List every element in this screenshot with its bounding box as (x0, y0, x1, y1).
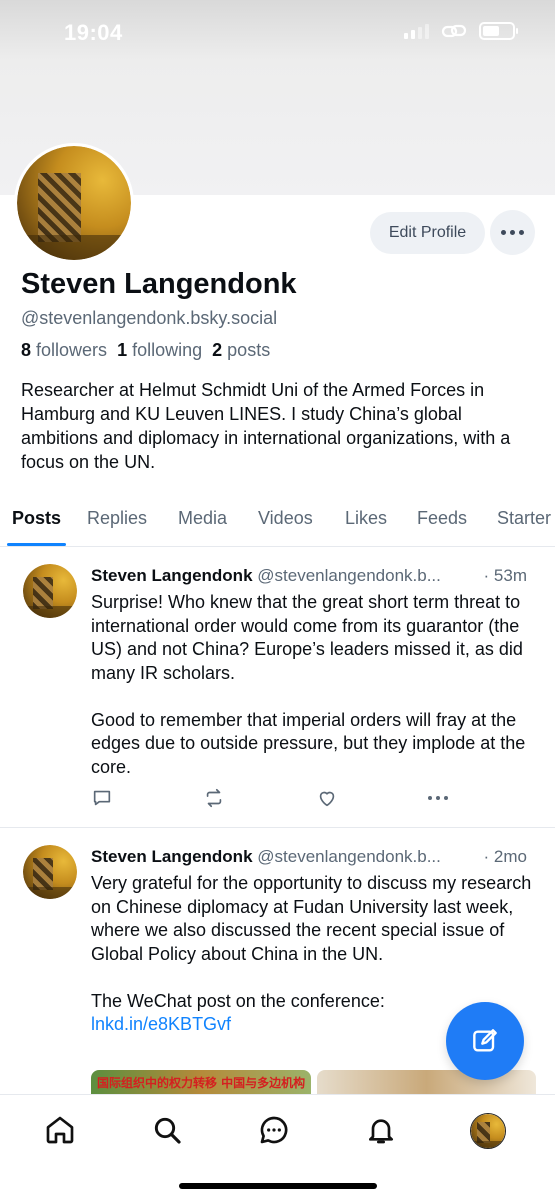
nav-search[interactable] (150, 1113, 184, 1147)
link-icon (441, 24, 467, 38)
repost-icon (206, 788, 222, 808)
nav-profile-avatar[interactable] (470, 1113, 506, 1149)
nav-notifications[interactable] (364, 1113, 398, 1147)
post-author[interactable]: Steven Langendonk (91, 566, 253, 585)
edit-profile-button[interactable]: Edit Profile (370, 212, 485, 254)
battery-icon (479, 22, 518, 40)
more-options-button[interactable] (490, 210, 535, 255)
post-text: Surprise! Who knew that the great short … (91, 592, 526, 777)
profile-name: Steven Langendonk (21, 268, 297, 300)
followers-link[interactable]: 8 followers (21, 340, 107, 361)
heart-icon (319, 791, 335, 807)
tab-videos[interactable]: Videos (258, 500, 313, 529)
post-more-button[interactable] (428, 787, 448, 809)
tab-feeds[interactable]: Feeds (417, 500, 467, 529)
tab-likes[interactable]: Likes (345, 500, 387, 529)
compose-button[interactable] (446, 1002, 524, 1080)
signal-icon (404, 23, 429, 39)
nav-chat[interactable] (257, 1113, 291, 1147)
post-handle[interactable]: @stevenlangendonk.b... (257, 566, 441, 585)
status-time: 19:04 (64, 20, 123, 45)
tab-media[interactable]: Media (178, 500, 227, 529)
compose-icon (473, 1029, 497, 1052)
more-icon (428, 796, 432, 800)
profile-handle: @stevenlangendonk.bsky.social (21, 308, 278, 328)
active-tab-indicator (7, 543, 66, 546)
tab-starter-packs[interactable]: Starter (497, 500, 551, 529)
post-time: · 2mo (479, 847, 527, 867)
bell-icon (369, 1119, 393, 1144)
tab-replies[interactable]: Replies (87, 500, 147, 529)
post-handle[interactable]: @stevenlangendonk.b... (257, 847, 441, 866)
post-avatar[interactable] (23, 564, 77, 618)
post-time: · 53m (479, 566, 527, 586)
status-icons (404, 22, 518, 40)
post-link[interactable]: lnkd.in/e8KBTGvf (91, 1014, 231, 1034)
nav-home[interactable] (43, 1113, 77, 1147)
following-link[interactable]: 1 following (117, 340, 202, 361)
post-author[interactable]: Steven Langendonk (91, 847, 253, 866)
post-header: Steven Langendonk @stevenlangendonk.b...… (91, 566, 541, 586)
profile-avatar[interactable] (14, 143, 134, 263)
chat-icon (260, 1116, 288, 1144)
post-header: Steven Langendonk @stevenlangendonk.b...… (91, 847, 541, 867)
posts-count: 2 posts (212, 340, 271, 360)
profile-tabs: Posts Replies Media Videos Likes Feeds S… (0, 500, 555, 547)
repost-button[interactable] (203, 787, 229, 813)
profile-bio: Researcher at Helmut Schmidt Uni of the … (21, 380, 511, 472)
home-icon (46, 1116, 74, 1144)
like-button[interactable] (316, 787, 342, 813)
post-item[interactable]: Steven Langendonk @stevenlangendonk.b...… (0, 548, 555, 828)
reply-button[interactable] (91, 787, 117, 813)
reply-icon (93, 790, 111, 806)
tab-posts[interactable]: Posts (12, 500, 61, 529)
search-icon (154, 1117, 181, 1144)
more-icon (501, 230, 506, 235)
post-avatar[interactable] (23, 845, 77, 899)
home-indicator (179, 1183, 377, 1189)
post-actions (91, 787, 451, 813)
profile-stats: 8 followers 1 following 2 posts (21, 340, 270, 361)
